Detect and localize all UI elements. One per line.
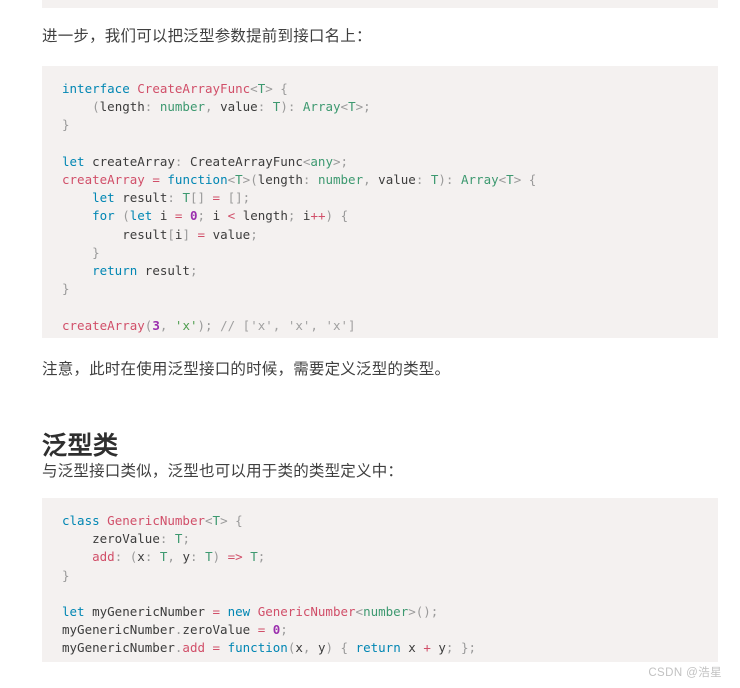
page-heading-generic-class: 泛型类 [42, 431, 119, 460]
code-block-generic-number[interactable]: class GenericNumber<T> { zeroValue: T; a… [42, 498, 718, 662]
article-page: 进一步，我们可以把泛型参数提前到接口名上： interface CreateAr… [0, 0, 740, 688]
code-content-2: class GenericNumber<T> { zeroValue: T; a… [62, 513, 477, 656]
code-content-1: interface CreateArrayFunc<T> { (length: … [62, 81, 537, 333]
paragraph-generic-class-intro: 与泛型接口类似，泛型也可以用于类的类型定义中： [42, 463, 404, 480]
code-block-create-array-func[interactable]: interface CreateArrayFunc<T> { (length: … [42, 66, 718, 338]
paragraph-note: 注意，此时在使用泛型接口的时候，需要定义泛型的类型。 [42, 361, 451, 378]
code-block-above-fold [42, 0, 718, 8]
csdn-watermark: CSDN @浩星 [648, 667, 722, 679]
paragraph-intro: 进一步，我们可以把泛型参数提前到接口名上： [42, 28, 372, 45]
